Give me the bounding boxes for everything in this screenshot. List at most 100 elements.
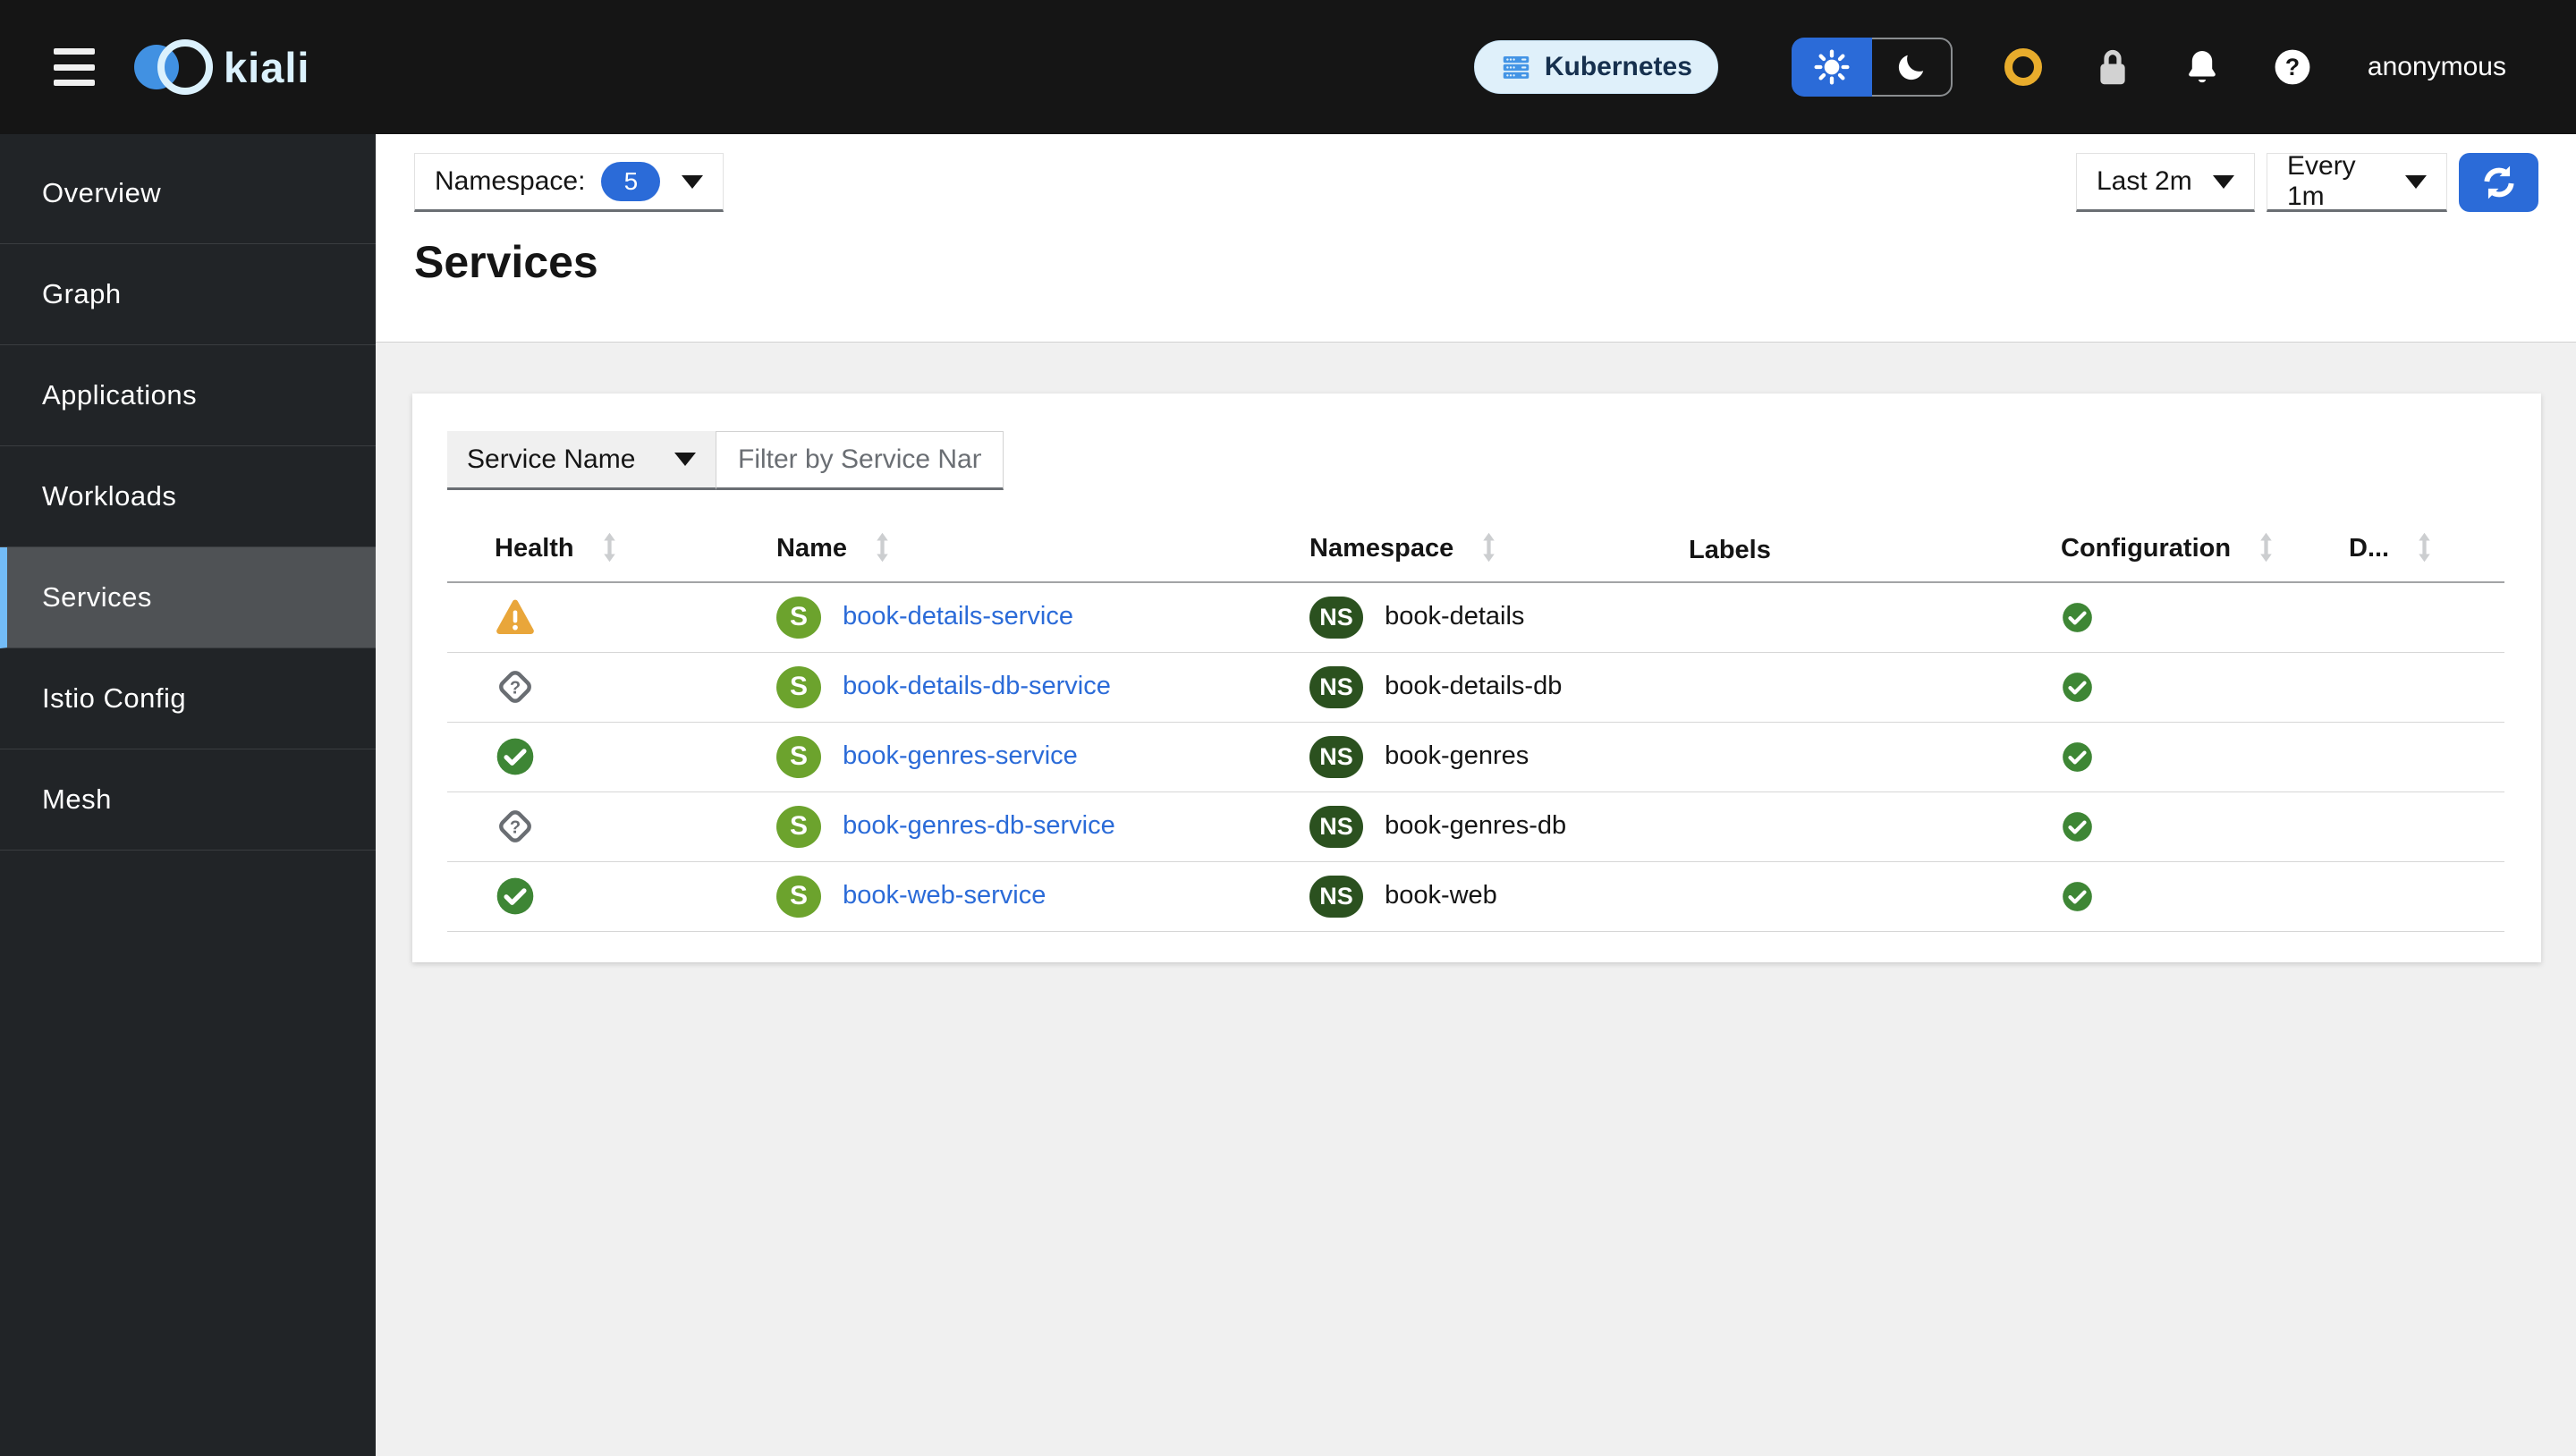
user-menu[interactable]: anonymous (2368, 52, 2506, 82)
chevron-down-icon (682, 174, 703, 189)
table-row: ? S book-details-service NS book-details (447, 582, 2504, 653)
sidebar-item-mesh[interactable]: Mesh (0, 749, 376, 851)
namespace-badge: NS (1309, 875, 1363, 918)
labels-cell (1641, 652, 2013, 723)
bell-icon (2189, 50, 2216, 83)
moon-icon (1898, 55, 1924, 80)
filter-input[interactable] (716, 431, 1004, 490)
sun-icon (1814, 49, 1850, 85)
theme-toggle (1791, 38, 1953, 97)
service-link[interactable]: book-web-service (843, 881, 1046, 910)
svg-text:?: ? (510, 678, 521, 698)
health-cell: ? (447, 722, 729, 792)
kiali-logo[interactable]: kiali (134, 38, 309, 96)
sort-icon (1482, 532, 1496, 570)
masthead: kiali Kubernetes ? anonymous (0, 0, 2576, 134)
sidebar-item-workloads[interactable]: Workloads (0, 446, 376, 547)
namespace-name: book-web (1385, 880, 1497, 910)
time-controls: Last 2m Every 1m (2076, 151, 2538, 212)
istio-status-button[interactable] (2004, 48, 2042, 86)
chevron-down-icon (2405, 174, 2427, 189)
namespace-cell: NS book-genres (1262, 722, 1641, 792)
config-valid-icon (2061, 602, 2094, 632)
health-cell: ? (447, 652, 729, 723)
namespace-cell: NS book-genres-db (1262, 791, 1641, 862)
refresh-button[interactable] (2459, 153, 2538, 212)
configuration-cell (2013, 791, 2301, 862)
namespace-cell: NS book-details (1262, 582, 1641, 653)
column-header-details[interactable]: D... (2301, 520, 2504, 583)
refresh-interval-dropdown[interactable]: Every 1m (2267, 151, 2447, 212)
details-cell (2301, 861, 2504, 932)
namespace-count-badge: 5 (601, 162, 661, 201)
svg-text:?: ? (510, 817, 521, 837)
namespace-badge: NS (1309, 735, 1363, 778)
configuration-cell (2013, 582, 2301, 653)
column-header-health[interactable]: Health (447, 520, 729, 583)
service-type-badge: S (776, 596, 821, 639)
cluster-badge-label: Kubernetes (1544, 52, 1692, 81)
kiali-logo-icon (134, 38, 213, 96)
sidebar-item-graph[interactable]: Graph (0, 244, 376, 345)
hamburger-menu-button[interactable] (54, 48, 95, 86)
main-content: Namespace: 5 Last 2m Every 1m Services S… (376, 134, 2576, 1456)
column-header-name[interactable]: Name (729, 520, 1262, 583)
istio-status-icon (2004, 48, 2042, 86)
svg-text:?: ? (2285, 54, 2300, 80)
sidebar-item-istio-config[interactable]: Istio Config (0, 648, 376, 749)
service-link[interactable]: book-details-db-service (843, 672, 1111, 700)
service-link[interactable]: book-details-service (843, 602, 1073, 631)
notifications-button[interactable] (2183, 47, 2221, 87)
service-link[interactable]: book-genres-db-service (843, 811, 1115, 840)
health-healthy-icon (495, 736, 536, 777)
table-row: ? S book-web-service NS book-web (447, 861, 2504, 932)
service-type-badge: S (776, 665, 821, 708)
namespace-name: book-genres (1385, 741, 1530, 770)
table-row: ? S book-genres-db-service NS book-genre… (447, 791, 2504, 862)
labels-cell (1641, 791, 2013, 862)
refresh-interval-value: Every 1m (2287, 151, 2356, 211)
config-valid-icon (2061, 881, 2094, 911)
sidebar-item-overview[interactable]: Overview (0, 143, 376, 244)
dark-theme-button[interactable] (1871, 38, 1953, 97)
details-cell (2301, 652, 2504, 723)
time-range-dropdown[interactable]: Last 2m (2076, 153, 2255, 212)
light-theme-button[interactable] (1791, 38, 1872, 97)
table-row: ? S book-details-db-service NS book-deta… (447, 652, 2504, 723)
sidebar-item-services[interactable]: Services (0, 547, 376, 648)
details-cell (2301, 722, 2504, 792)
namespace-cell: NS book-details-db (1262, 652, 1641, 723)
brand-name: kiali (224, 43, 310, 91)
services-card: Service Name Health (412, 394, 2541, 962)
sort-icon (603, 532, 616, 570)
namespace-badge: NS (1309, 596, 1363, 639)
service-type-badge: S (776, 805, 821, 848)
cluster-badge[interactable]: Kubernetes (1473, 40, 1718, 94)
server-stack-icon (1503, 56, 1530, 79)
table-row: ? S book-genres-service NS book-genres (447, 722, 2504, 792)
sort-icon (2259, 532, 2273, 570)
hamburger-bar (54, 80, 95, 86)
service-type-badge: S (776, 735, 821, 778)
health-cell: ? (447, 861, 729, 932)
namespace-label: Namespace: (435, 166, 586, 196)
configuration-cell (2013, 861, 2301, 932)
namespace-name: book-genres-db (1385, 810, 1567, 840)
labels-cell (1641, 722, 2013, 792)
security-button[interactable] (2094, 47, 2131, 88)
namespace-dropdown[interactable]: Namespace: 5 (414, 153, 724, 212)
chevron-down-icon (674, 453, 696, 466)
page-toolbar: Namespace: 5 Last 2m Every 1m Services (376, 134, 2576, 343)
config-valid-icon (2061, 741, 2094, 772)
filter-field-value: Service Name (467, 444, 636, 474)
column-header-namespace[interactable]: Namespace (1262, 520, 1641, 583)
filter-field-dropdown[interactable]: Service Name (447, 431, 716, 490)
name-cell: S book-details-service (729, 582, 1262, 653)
hamburger-bar (54, 63, 95, 71)
chevron-down-icon (2213, 174, 2234, 189)
sidebar-item-applications[interactable]: Applications (0, 345, 376, 446)
service-link[interactable]: book-genres-service (843, 741, 1078, 770)
column-header-configuration[interactable]: Configuration (2013, 520, 2301, 583)
help-button[interactable]: ? (2273, 47, 2312, 87)
lock-icon (2100, 49, 2125, 85)
